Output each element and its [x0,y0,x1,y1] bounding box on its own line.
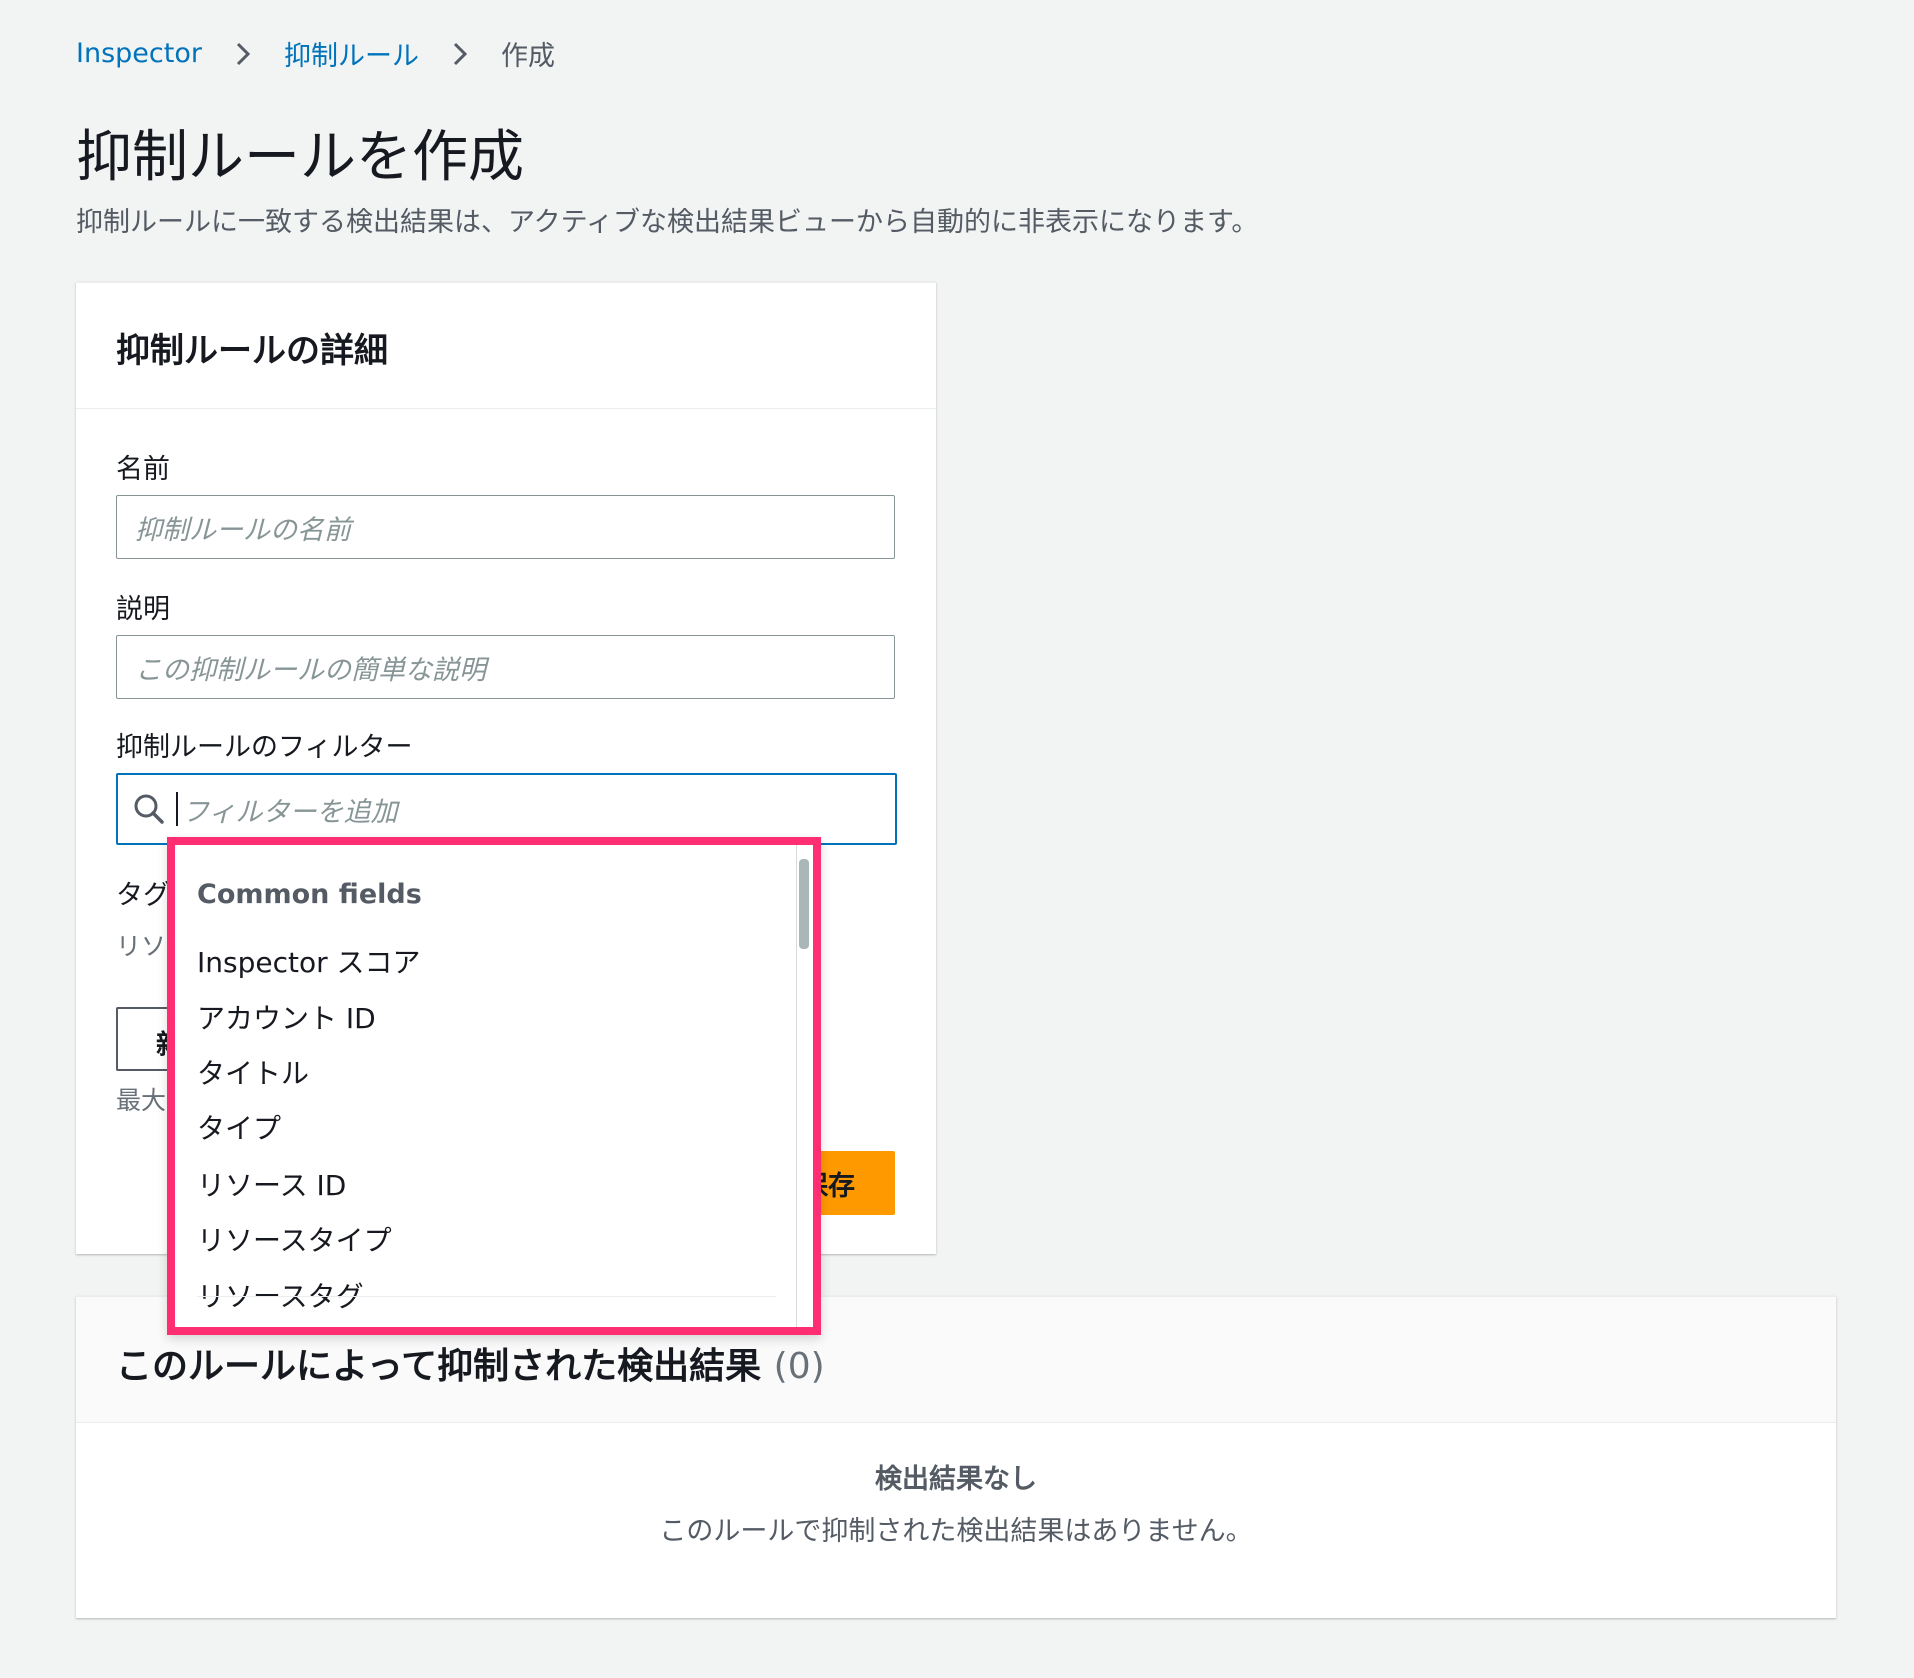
tags-description: リソ [116,932,167,961]
description-label: 説明 [116,594,170,625]
breadcrumb-create: 作成 [500,41,555,72]
dropdown-option[interactable]: Inspector スコア [197,941,421,981]
suppressed-findings-panel: このルールによって抑制された検出結果 (0) 検出結果なし このルールで抑制され… [76,1296,1836,1618]
empty-state-title: 検出結果なし [875,1464,1037,1495]
tags-limit-text: 最大 [116,1086,167,1115]
text-caret [176,792,178,826]
dropdown-scrollbar[interactable] [799,859,809,949]
name-placeholder: 抑制ルールの名前 [135,514,351,546]
description-placeholder: この抑制ルールの簡単な説明 [135,654,486,686]
details-header: 抑制ルールの詳細 [76,283,936,409]
filter-search-input[interactable]: フィルターを追加 [116,773,897,845]
dropdown-option[interactable]: リソースタグ [197,1275,364,1315]
filter-label: 抑制ルールのフィルター [116,732,413,763]
page-description: 抑制ルールに一致する検出結果は、アクティブな検出結果ビューから自動的に非表示にな… [76,207,1259,238]
tags-label: タグ [116,880,170,911]
filter-dropdown-menu: Common fields Inspector スコア アカウント ID タイト… [167,837,821,1335]
dropdown-list: Common fields Inspector スコア アカウント ID タイト… [175,845,797,1327]
name-label: 名前 [116,454,170,485]
dropdown-option[interactable]: タイトル [197,1052,309,1092]
breadcrumb-suppression-rules[interactable]: 抑制ルール [284,34,419,73]
filter-placeholder: フィルターを追加 [182,796,398,828]
chevron-right-icon [236,42,251,65]
breadcrumb-inspector[interactable]: Inspector [76,38,202,69]
dropdown-option[interactable]: リソース ID [197,1164,346,1204]
results-title: このルールによって抑制された検出結果 [116,1346,762,1387]
dropdown-group-label: Common fields [197,879,422,910]
description-input[interactable]: この抑制ルールの簡単な説明 [116,635,895,699]
search-icon [134,794,164,824]
breadcrumb: Inspector 抑制ルール 作成 [76,34,555,73]
results-count: (0) [773,1346,825,1387]
dropdown-option[interactable]: タイプ [197,1107,281,1147]
dropdown-option[interactable]: リソースタイプ [197,1219,392,1259]
name-input[interactable]: 抑制ルールの名前 [116,495,895,559]
empty-state-description: このルールで抑制された検出結果はありません。 [659,1516,1253,1547]
dropdown-divider [197,1296,776,1297]
chevron-right-icon [453,42,468,65]
dropdown-option[interactable]: アカウント ID [197,997,376,1037]
page-title: 抑制ルールを作成 [76,125,524,190]
